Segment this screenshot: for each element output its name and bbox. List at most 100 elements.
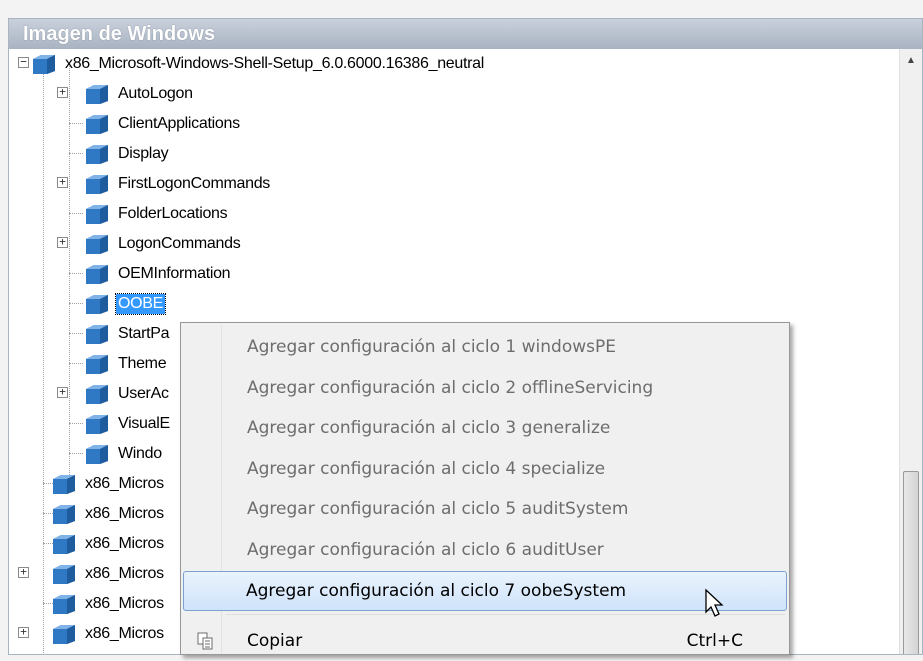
menu-item-label: Agregar configuración al ciclo 4 special… [247, 459, 606, 479]
tree-line [69, 363, 83, 364]
tree-sibling[interactable]: x86_Micros [51, 619, 166, 648]
component-cube-icon [86, 264, 108, 284]
menu-item-label: Agregar configuración al ciclo 5 auditSy… [247, 499, 629, 519]
component-cube-icon [86, 114, 108, 134]
expand-icon[interactable]: + [57, 176, 68, 188]
menu-separator [225, 614, 785, 615]
tree-node[interactable]: Windo [84, 439, 164, 468]
component-cube-icon [86, 84, 108, 104]
tree-node-label: FirstLogonCommands [118, 174, 270, 192]
expand-icon[interactable]: + [57, 386, 68, 398]
tree-sibling-label: x86_Micros [85, 534, 164, 552]
tree-node-label: UserAc [118, 384, 169, 402]
tree-root-label: x86_Microsoft-Windows-Shell-Setup_6.0.60… [65, 54, 485, 72]
component-cube-icon [53, 564, 75, 584]
menu-item-cycle-3[interactable]: Agregar configuración al ciclo 3 general… [183, 408, 787, 448]
component-cube-icon [86, 174, 108, 194]
collapse-icon[interactable]: − [18, 56, 29, 68]
component-cube-icon [86, 324, 108, 344]
tree-node[interactable]: VisualE [84, 409, 172, 438]
tree-sibling-label: x86_Micros [85, 594, 164, 612]
menu-item-copy[interactable]: Copiar Ctrl+C [183, 621, 787, 661]
tree-sibling[interactable]: x86_Micros [51, 469, 166, 498]
scroll-thumb[interactable] [903, 471, 919, 654]
expand-icon[interactable]: + [57, 236, 68, 248]
menu-item-cycle-1[interactable]: Agregar configuración al ciclo 1 windows… [183, 327, 787, 367]
component-cube-icon [86, 384, 108, 404]
component-cube-icon [86, 444, 108, 464]
tree-node-label: OOBE [114, 292, 167, 315]
tree-line [69, 333, 83, 334]
tree-sibling-label: x86_Micros [85, 474, 164, 492]
tree-sibling-label: x86_Micros [85, 564, 164, 582]
expand-icon[interactable]: + [18, 626, 29, 638]
menu-item-shortcut: Ctrl+C [686, 631, 743, 651]
scroll-up-arrow-icon[interactable]: ▲ [906, 55, 916, 66]
tree-node-label: VisualE [118, 414, 170, 432]
menu-item-cycle-7[interactable]: Agregar configuración al ciclo 7 oobeSys… [183, 571, 787, 611]
component-cube-icon [86, 234, 108, 254]
tree-node-label: ClientApplications [118, 114, 240, 132]
tree-sibling[interactable]: x86_Micros [51, 529, 166, 558]
copy-icon [197, 632, 213, 650]
tree-node-label: FolderLocations [118, 204, 228, 222]
tree-node-label: AutoLogon [118, 84, 193, 102]
context-menu: Agregar configuración al ciclo 1 windows… [180, 322, 790, 655]
tree-node[interactable]: FirstLogonCommands [84, 169, 272, 198]
menu-item-label: Agregar configuración al ciclo 7 oobeSys… [246, 581, 627, 601]
mouse-pointer-icon [705, 588, 724, 617]
tree-node-label: LogonCommands [118, 234, 241, 252]
component-cube-icon [86, 144, 108, 164]
tree-node-label: Display [118, 144, 169, 162]
component-cube-icon [53, 594, 75, 614]
menu-item-cycle-2[interactable]: Agregar configuración al ciclo 2 offline… [183, 368, 787, 408]
tree-node-selected[interactable]: OOBE [84, 289, 167, 318]
tree-sibling[interactable]: x86_Micros [51, 589, 166, 618]
tree-root[interactable]: x86_Microsoft-Windows-Shell-Setup_6.0.60… [31, 49, 486, 78]
component-cube-icon [53, 534, 75, 554]
tree-sibling[interactable]: x86_Micros [51, 499, 166, 528]
tree-node[interactable]: AutoLogon [84, 79, 195, 108]
menu-item-cycle-6[interactable]: Agregar configuración al ciclo 6 auditUs… [183, 530, 787, 570]
tree-node-label: Theme [118, 354, 167, 372]
tree-line [69, 423, 83, 424]
tree-sibling[interactable]: x86_Micros [51, 559, 166, 588]
component-cube-icon [33, 54, 55, 74]
tree-sibling-label: x86_Micros [85, 624, 164, 642]
vertical-scrollbar[interactable]: ▲ [899, 49, 922, 654]
menu-item-label: Copiar [247, 631, 303, 651]
tree-line [69, 123, 83, 124]
tree-line [69, 453, 83, 454]
tree-node[interactable]: ClientApplications [84, 109, 242, 138]
menu-item-label: Agregar configuración al ciclo 2 offline… [247, 378, 654, 398]
tree-node[interactable]: OEMInformation [84, 259, 232, 288]
tree-node[interactable]: Display [84, 139, 170, 168]
menu-item-cycle-5[interactable]: Agregar configuración al ciclo 5 auditSy… [183, 489, 787, 529]
tree-node[interactable]: Theme [84, 349, 168, 378]
tree-line [43, 63, 44, 654]
panel-title: Imagen de Windows [9, 19, 922, 49]
tree-line [69, 273, 83, 274]
tree-line [69, 213, 83, 214]
expand-icon[interactable]: + [57, 86, 68, 98]
tree-node-label: Windo [118, 444, 162, 462]
component-cube-icon [53, 504, 75, 524]
tree-node[interactable]: UserAc [84, 379, 171, 408]
menu-item-label: Agregar configuración al ciclo 6 auditUs… [247, 540, 604, 560]
menu-item-cycle-4[interactable]: Agregar configuración al ciclo 4 special… [183, 449, 787, 489]
tree-node[interactable]: StartPa [84, 319, 171, 348]
tree-node[interactable]: FolderLocations [84, 199, 229, 228]
component-cube-icon [86, 414, 108, 434]
menu-item-label: Agregar configuración al ciclo 1 windows… [247, 337, 617, 357]
tree-sibling-label: x86_Micros [85, 504, 164, 522]
tree-node[interactable]: LogonCommands [84, 229, 242, 258]
menu-item-label: Agregar configuración al ciclo 3 general… [247, 418, 611, 438]
component-cube-icon [53, 474, 75, 494]
tree-line [69, 63, 70, 485]
component-cube-icon [86, 354, 108, 374]
component-cube-icon [53, 624, 75, 644]
tree-node-label: OEMInformation [118, 264, 231, 282]
expand-icon[interactable]: + [18, 566, 29, 578]
component-cube-icon [86, 204, 108, 224]
tree-node-label: StartPa [118, 324, 170, 342]
